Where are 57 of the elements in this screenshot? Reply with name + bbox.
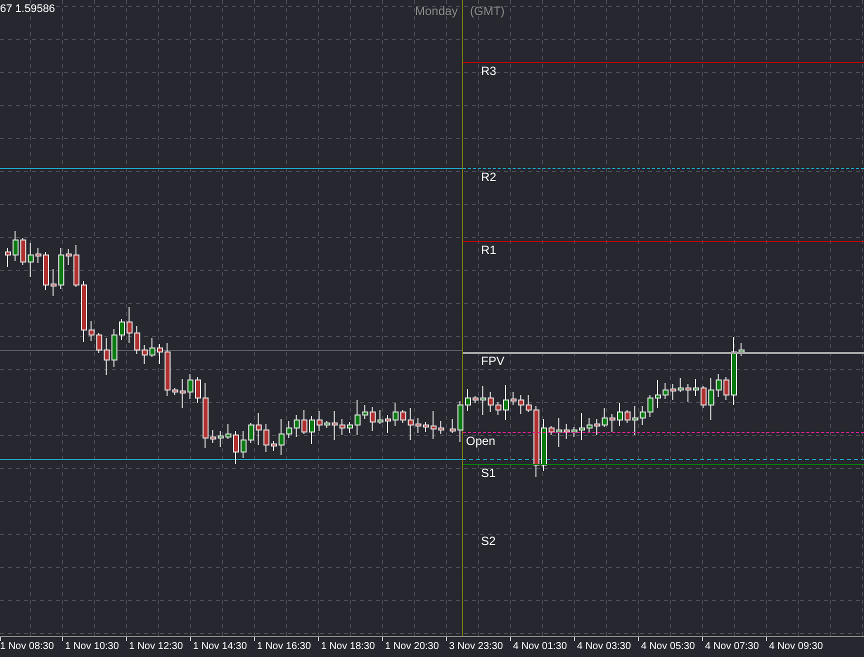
axis-tick [638,637,639,641]
axis-tick [62,637,63,641]
time-label: 1 Nov 18:30 [321,641,375,653]
level-label: FPV [481,354,504,368]
time-label: 4 Nov 09:30 [769,641,823,653]
candlestick [655,380,661,408]
time-label: 1 Nov 12:30 [129,641,183,653]
candlestick [271,440,277,452]
axis-tick [510,637,511,641]
level-label: R1 [481,243,496,257]
axis-tick [446,637,447,641]
level-label: S1 [481,466,496,480]
candlestick [465,388,471,412]
axis-tick [382,637,383,641]
candlestick [693,378,699,396]
candlestick [503,384,509,420]
candlestick [195,376,201,404]
axis-tick [254,637,255,641]
candlestick [738,342,745,356]
candlestick [731,336,737,406]
time-label: 1 Nov 16:30 [257,641,311,653]
candlestick [617,402,623,426]
level-label: R3 [481,64,496,78]
candlestick [385,414,391,434]
candlestick [119,318,125,340]
time-label: 4 Nov 01:30 [513,641,567,653]
axis-tick [126,637,127,641]
candlestick [157,344,163,364]
axis-tick [766,637,767,641]
level-label: S2 [481,534,496,548]
axis-tick [702,637,703,641]
time-label: 1 Nov 10:30 [65,641,119,653]
time-label: 1 Nov 14:30 [193,641,247,653]
time-label: 4 Nov 05:30 [641,641,695,653]
candlestick [347,422,353,434]
candlestick [233,430,239,464]
candlestick [541,418,547,472]
axis-tick [318,637,319,641]
level-label: R2 [481,170,496,184]
time-label: 4 Nov 07:30 [705,641,759,653]
time-label: 1 Nov 20:30 [385,641,439,653]
axis-tick [190,637,191,641]
candlestick [43,252,49,290]
price-readout: 67 1.59586 [0,2,56,17]
level-label: Open [466,434,496,448]
candlestick [423,422,429,432]
candlestick [579,412,585,440]
candlestick [309,416,315,444]
time-label: 3 Nov 23:30 [449,641,503,653]
day-label: Monday [415,3,458,20]
time-label: 1 Nov 08:30 [0,641,54,653]
candlestick [81,280,87,342]
axis-tick [574,637,575,641]
time-label: 4 Nov 03:30 [577,641,631,653]
timezone-label: (GMT) [470,3,505,20]
axis-tick [0,637,1,641]
candlestick [5,248,11,268]
